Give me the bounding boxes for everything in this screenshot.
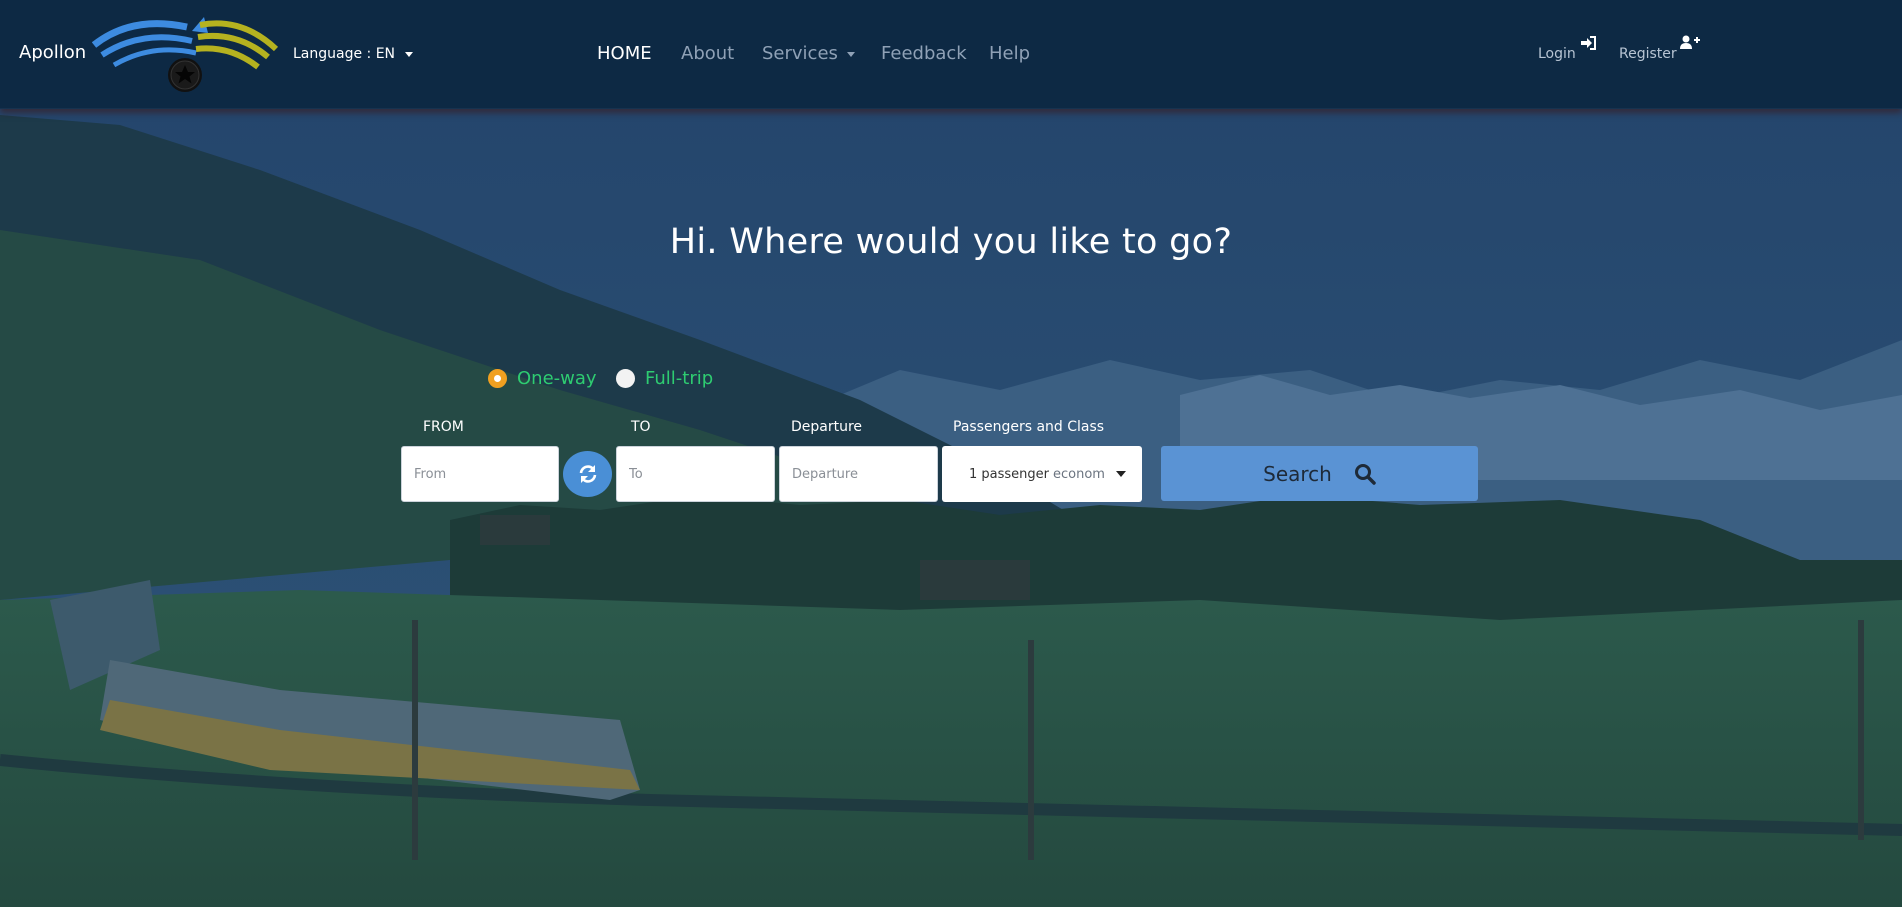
passengers-label: Passengers and Class (953, 419, 1105, 435)
passengers-class-dropdown[interactable]: 1 passenger econom (942, 446, 1142, 502)
chevron-down-icon (1116, 471, 1126, 477)
trip-option-full-trip[interactable]: Full-trip (616, 368, 713, 389)
one-way-label: One-way (517, 368, 597, 389)
chevron-down-icon (405, 51, 414, 57)
hero-title: Hi. Where would you like to go? (669, 222, 1233, 262)
language-label: Language : EN (293, 46, 396, 62)
trip-option-one-way[interactable]: One-way (488, 368, 597, 389)
register-icon[interactable] (1680, 34, 1700, 49)
nav-home[interactable]: HOME (597, 43, 652, 64)
language-selector[interactable]: Language : EN (293, 46, 414, 62)
login-icon[interactable] (1580, 35, 1596, 50)
from-input[interactable] (401, 446, 559, 502)
brand-name[interactable]: Apollon (19, 42, 86, 63)
login-link[interactable]: Login (1538, 46, 1576, 62)
nav-about[interactable]: About (681, 43, 734, 64)
swap-icon (579, 465, 596, 483)
navbar: Apollon Language : EN HOME About Service… (0, 0, 1902, 109)
one-way-radio[interactable] (488, 369, 507, 388)
nav-services[interactable]: Services (762, 43, 838, 64)
nav-help[interactable]: Help (989, 43, 1030, 64)
departure-label: Departure (791, 419, 863, 435)
search-button-label: Search (1263, 461, 1332, 486)
register-link[interactable]: Register (1619, 46, 1677, 62)
nav-feedback[interactable]: Feedback (881, 43, 967, 64)
departure-input[interactable] (779, 446, 938, 502)
search-button[interactable]: Search (1161, 446, 1478, 501)
from-label: FROM (423, 419, 464, 435)
class-value: econom (1053, 466, 1105, 482)
full-trip-label: Full-trip (645, 368, 714, 389)
swap-button[interactable] (563, 451, 612, 497)
to-input[interactable] (616, 446, 775, 502)
apollon-logo[interactable] (91, 15, 280, 95)
services-chevron-down-icon[interactable] (847, 52, 855, 57)
search-icon (1354, 463, 1376, 485)
to-label: TO (631, 419, 651, 435)
passengers-value: 1 passenger (969, 466, 1049, 482)
full-trip-radio[interactable] (616, 369, 635, 388)
